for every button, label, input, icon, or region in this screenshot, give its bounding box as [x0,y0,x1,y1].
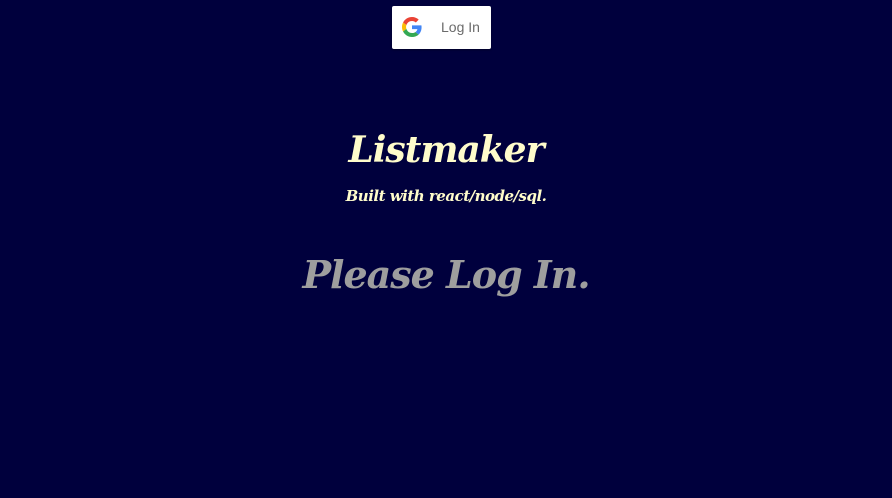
app-title: Listmaker [348,129,544,171]
login-button-label: Log In [441,19,480,35]
google-g-icon [402,17,422,37]
google-login-button[interactable]: Log In [392,6,491,49]
login-prompt: Please Log In. [302,252,590,297]
app-subtitle: Built with react/node/sql. [345,187,547,205]
